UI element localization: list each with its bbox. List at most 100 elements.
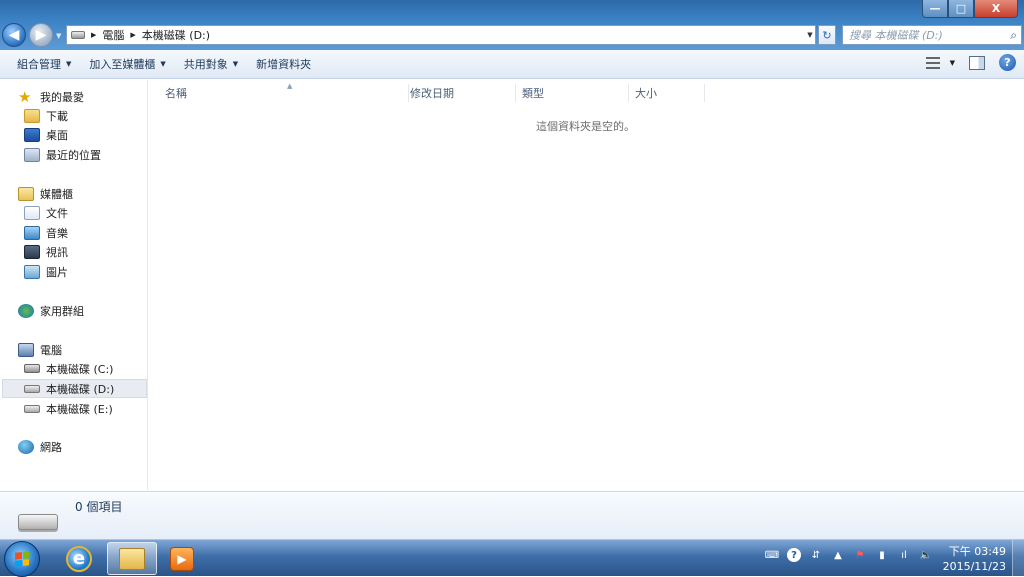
address-dropdown-button[interactable]: ▼ bbox=[803, 26, 817, 44]
chevron-down-icon: ▼ bbox=[807, 31, 813, 39]
window-controls: — □ X bbox=[922, 0, 1018, 18]
organize-label: 組合管理 bbox=[17, 58, 61, 71]
back-button[interactable]: ◀ bbox=[2, 23, 26, 47]
show-desktop-button[interactable] bbox=[1012, 540, 1024, 577]
nav-label: 音樂 bbox=[46, 226, 68, 240]
breadcrumb-computer[interactable]: 電腦 bbox=[102, 27, 124, 43]
notification-area: ⌨ ? ⇵ ▲ ⚑ ▮ ıl 🔈 bbox=[765, 548, 933, 562]
add-to-library-label: 加入至媒體櫃 bbox=[89, 58, 156, 71]
details-pane: 0 個項目 bbox=[0, 491, 1024, 539]
drive-icon bbox=[24, 404, 40, 413]
documents-icon bbox=[24, 205, 40, 220]
nav-label: 最近的位置 bbox=[46, 148, 101, 162]
library-icon bbox=[18, 186, 34, 201]
nav-label: 下載 bbox=[46, 109, 68, 123]
chevron-right-icon: ▶ bbox=[130, 31, 136, 39]
breadcrumb-drive-d[interactable]: 本機磁碟 (D:) bbox=[142, 27, 210, 43]
nav-network[interactable]: 網路 bbox=[18, 437, 62, 456]
file-list[interactable]: 名稱 ▲ 修改日期 類型 大小 這個資料夾是空的。 bbox=[149, 80, 1024, 490]
nav-label: 媒體櫃 bbox=[40, 187, 73, 201]
share-with-button[interactable]: 共用對象 ▼ bbox=[175, 53, 247, 75]
nav-drive-c[interactable]: 本機磁碟 (C:) bbox=[24, 359, 113, 378]
empty-folder-message: 這個資料夾是空的。 bbox=[536, 120, 635, 133]
add-to-library-button[interactable]: 加入至媒體櫃 ▼ bbox=[80, 53, 174, 75]
volume-icon[interactable]: 🔈 bbox=[919, 548, 933, 562]
keyboard-icon[interactable]: ⌨ bbox=[765, 548, 779, 562]
windows-explorer-icon bbox=[119, 547, 145, 570]
column-header-name[interactable]: 名稱 ▲ bbox=[159, 82, 409, 102]
command-bar: 組合管理 ▼ 加入至媒體櫃 ▼ 共用對象 ▼ 新增資料夾 ▼ ? bbox=[0, 50, 1024, 79]
action-center-flag-icon[interactable]: ⚑ bbox=[853, 548, 867, 562]
internet-explorer-icon: e bbox=[66, 545, 92, 572]
media-player-icon: ▶ bbox=[170, 546, 194, 571]
chevron-right-icon: ▶ bbox=[91, 31, 97, 39]
close-button[interactable]: X bbox=[974, 0, 1018, 18]
nav-label: 網路 bbox=[40, 440, 62, 454]
taskbar-media-player[interactable]: ▶ bbox=[157, 542, 207, 575]
usb-icon[interactable]: ⇵ bbox=[809, 548, 823, 562]
network-signal-icon[interactable]: ıl bbox=[897, 548, 911, 562]
clock-time: 下午 03:49 bbox=[948, 545, 1006, 558]
video-icon bbox=[24, 244, 40, 259]
nav-desktop[interactable]: 桌面 bbox=[24, 125, 68, 144]
address-bar[interactable]: ▶ 電腦 ▶ 本機磁碟 (D:) bbox=[66, 25, 816, 45]
homegroup-icon bbox=[18, 303, 34, 318]
new-folder-button[interactable]: 新增資料夾 bbox=[247, 53, 320, 75]
column-header-type[interactable]: 類型 bbox=[516, 84, 629, 102]
nav-drive-e[interactable]: 本機磁碟 (E:) bbox=[24, 399, 113, 418]
breadcrumb-separator[interactable]: ▶ bbox=[91, 31, 96, 39]
recent-pages-dropdown[interactable]: ▼ bbox=[56, 32, 61, 40]
drive-icon bbox=[24, 384, 40, 393]
start-button[interactable] bbox=[4, 541, 40, 577]
column-header-size[interactable]: 大小 bbox=[629, 84, 705, 102]
column-label: 類型 bbox=[522, 87, 544, 100]
forward-button[interactable]: ▶ bbox=[29, 23, 53, 47]
column-header-date-modified[interactable]: 修改日期 bbox=[404, 84, 516, 102]
nav-label: 家用群組 bbox=[40, 304, 84, 318]
nav-label: 本機磁碟 (C:) bbox=[46, 362, 114, 376]
nav-pictures[interactable]: 圖片 bbox=[24, 262, 68, 281]
maximize-button[interactable]: □ bbox=[948, 0, 974, 18]
column-label: 修改日期 bbox=[410, 87, 454, 100]
nav-videos[interactable]: 視訊 bbox=[24, 242, 68, 261]
nav-drive-d[interactable]: 本機磁碟 (D:) bbox=[2, 379, 147, 398]
change-view-button[interactable]: ▼ bbox=[925, 56, 955, 69]
new-folder-label: 新增資料夾 bbox=[256, 58, 312, 71]
help-button[interactable]: ? bbox=[999, 54, 1016, 71]
preview-pane-button[interactable] bbox=[969, 55, 985, 70]
nav-documents[interactable]: 文件 bbox=[24, 203, 68, 222]
nav-label: 本機磁碟 (E:) bbox=[46, 402, 113, 416]
chevron-down-icon: ▼ bbox=[949, 58, 955, 67]
nav-libraries[interactable]: 媒體櫃 bbox=[18, 184, 73, 203]
search-icon[interactable]: ⌕ bbox=[1010, 28, 1017, 43]
nav-favorites[interactable]: ★ 我的最愛 bbox=[18, 87, 84, 106]
pictures-icon bbox=[24, 264, 40, 279]
help-icon: ? bbox=[1004, 56, 1011, 69]
taskbar-windows-explorer[interactable] bbox=[107, 542, 157, 575]
breadcrumb-separator[interactable]: ▶ bbox=[130, 31, 135, 39]
nav-label: 我的最愛 bbox=[40, 90, 84, 104]
refresh-button[interactable]: ↻ bbox=[818, 25, 836, 45]
search-input[interactable]: 搜尋 本機磁碟 (D:) ⌕ bbox=[842, 25, 1022, 45]
music-icon bbox=[24, 225, 40, 240]
show-hidden-icons-button[interactable]: ▲ bbox=[831, 548, 845, 562]
nav-music[interactable]: 音樂 bbox=[24, 223, 68, 242]
battery-icon[interactable]: ▮ bbox=[875, 548, 889, 562]
nav-recent-places[interactable]: 最近的位置 bbox=[24, 145, 101, 164]
nav-downloads[interactable]: 下載 bbox=[24, 106, 68, 125]
windows-logo-icon bbox=[15, 551, 29, 567]
item-count: 0 個項目 bbox=[75, 500, 123, 514]
help-icon[interactable]: ? bbox=[787, 548, 801, 562]
chevron-down-icon: ▼ bbox=[160, 60, 166, 68]
organize-button[interactable]: 組合管理 ▼ bbox=[8, 53, 80, 75]
nav-label: 圖片 bbox=[46, 265, 68, 279]
nav-homegroup[interactable]: 家用群組 bbox=[18, 301, 84, 320]
minimize-button[interactable]: — bbox=[922, 0, 948, 18]
search-placeholder: 搜尋 本機磁碟 (D:) bbox=[849, 29, 943, 42]
sort-ascending-icon: ▲ bbox=[287, 82, 293, 90]
taskbar-internet-explorer[interactable]: e bbox=[54, 542, 104, 575]
view-icon bbox=[925, 56, 940, 69]
arrow-right-icon: ▶ bbox=[35, 27, 47, 43]
clock[interactable]: 下午 03:49 2015/11/23 bbox=[940, 544, 1006, 574]
nav-computer[interactable]: 電腦 bbox=[18, 340, 62, 359]
